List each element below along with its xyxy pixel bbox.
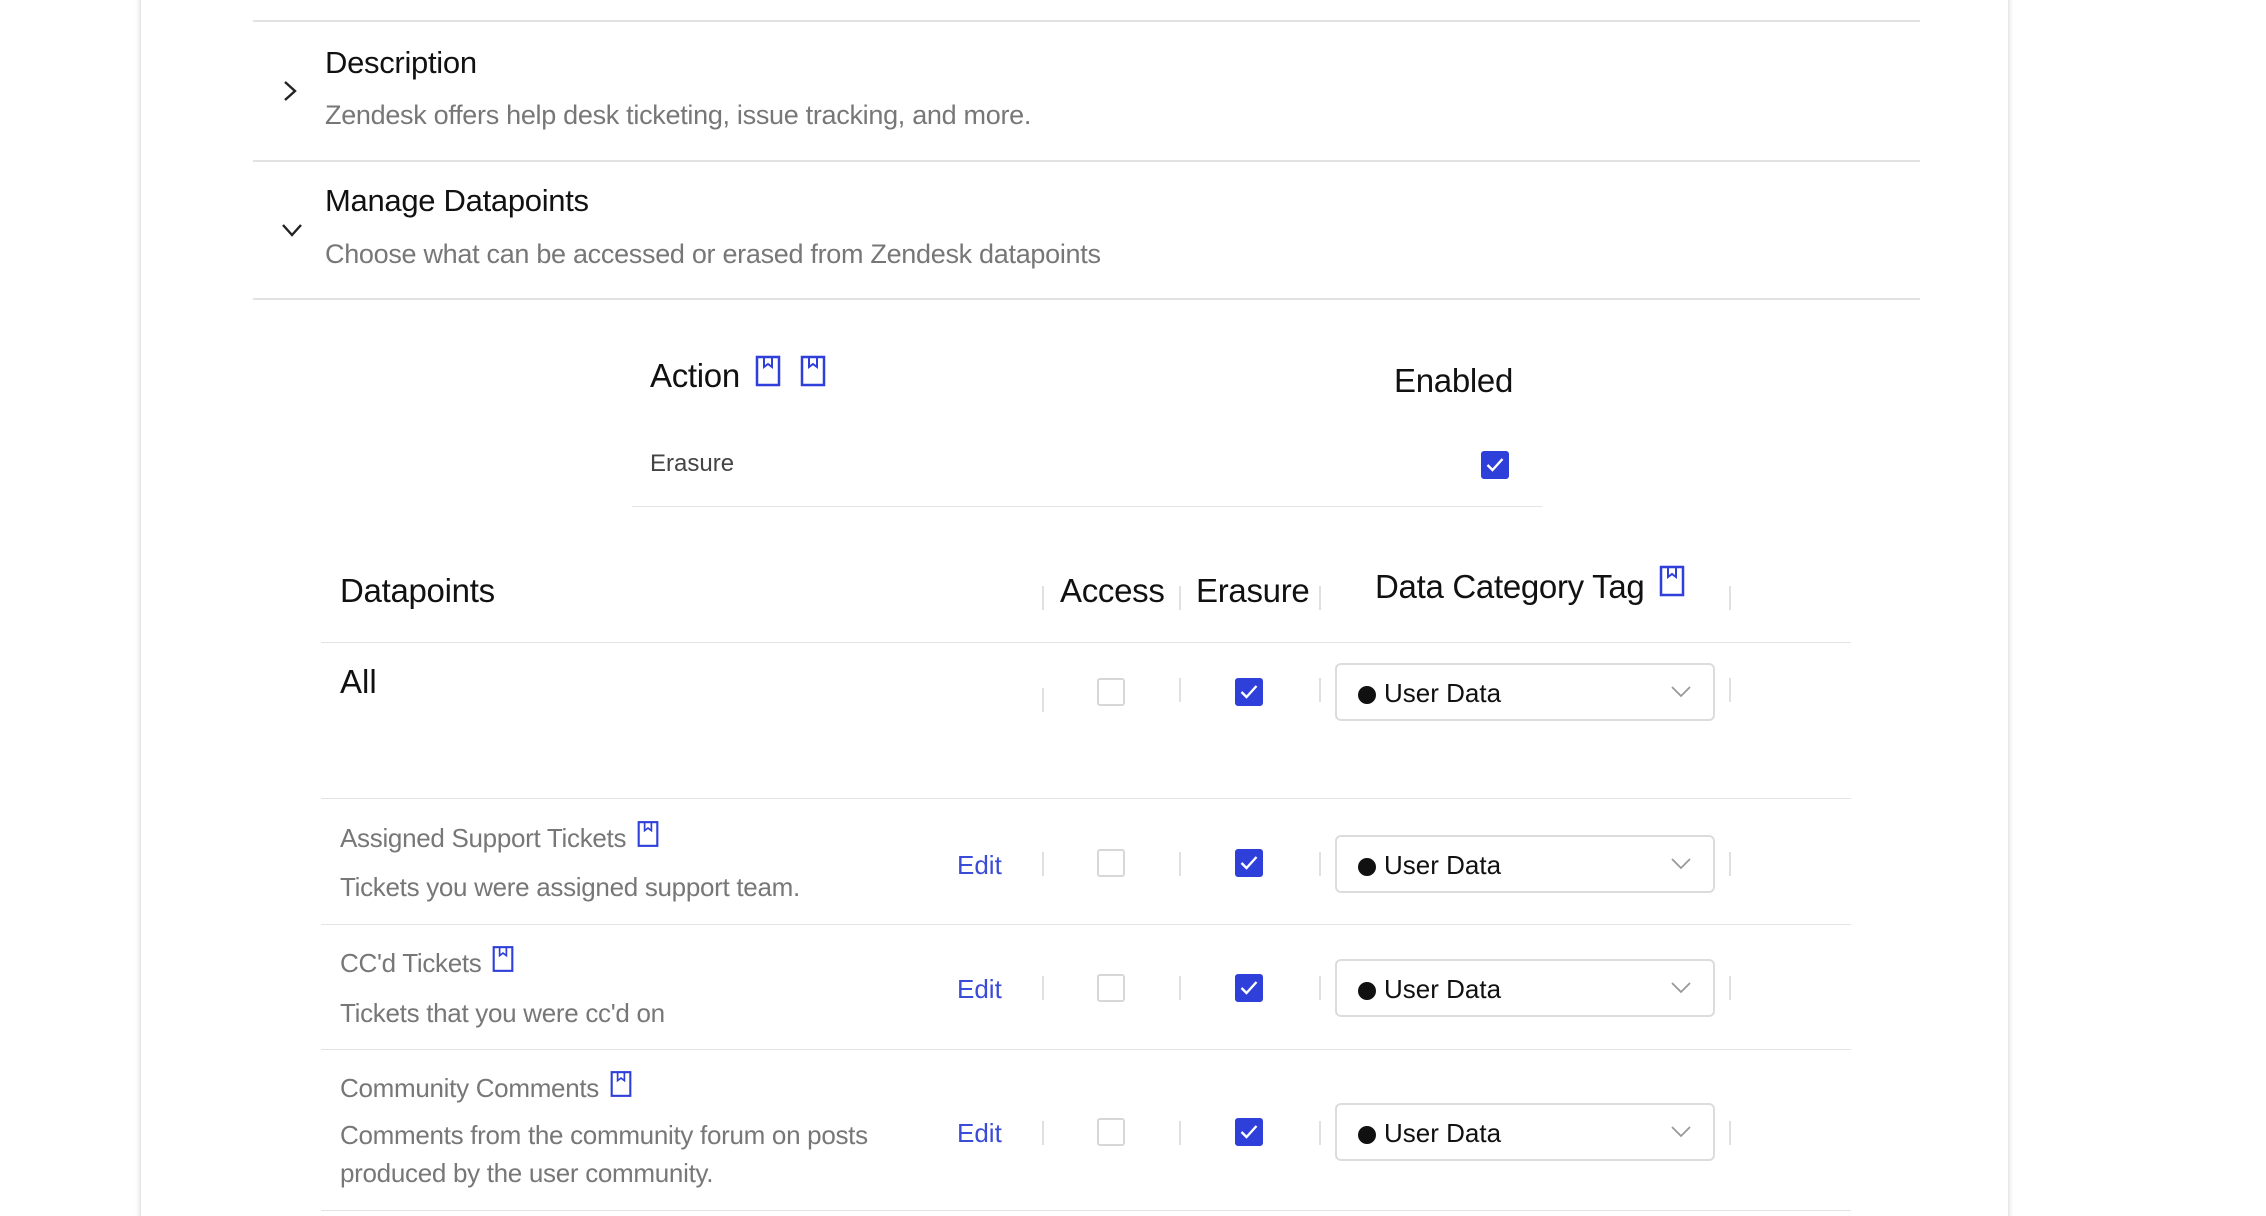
datapoint-name-text: Assigned Support Tickets xyxy=(340,823,627,853)
chevron-down-icon[interactable] xyxy=(281,223,303,237)
column-separator xyxy=(1179,678,1181,702)
access-column-header: Access xyxy=(1060,572,1165,609)
divider xyxy=(632,506,1542,507)
datapoint-name: Assigned Support Tickets xyxy=(340,820,659,855)
divider xyxy=(321,924,1851,925)
bookmark-icon[interactable] xyxy=(637,820,659,855)
select-value: User Data xyxy=(1384,850,1502,880)
column-separator xyxy=(1042,852,1044,876)
dot-icon xyxy=(1358,982,1376,1000)
edit-link[interactable]: Edit xyxy=(957,850,1002,881)
datapoint-description: Tickets that you were cc'd on xyxy=(340,998,665,1028)
column-separator xyxy=(1319,852,1321,876)
access-checkbox[interactable] xyxy=(1097,849,1125,877)
tag-select[interactable]: User Data xyxy=(1335,1103,1715,1161)
dot-icon xyxy=(1358,858,1376,876)
manage-datapoints-title: Manage Datapoints xyxy=(325,183,589,218)
erasure-checkbox[interactable] xyxy=(1235,974,1263,1002)
all-tag-select[interactable]: User Data xyxy=(1335,663,1715,721)
access-checkbox[interactable] xyxy=(1097,974,1125,1002)
chevron-down-icon xyxy=(1671,981,1691,999)
column-separator xyxy=(1729,1121,1731,1145)
column-separator xyxy=(1319,1121,1321,1145)
column-separator xyxy=(1042,976,1044,1000)
datapoint-description: Tickets you were assigned support team. xyxy=(340,872,800,902)
column-separator xyxy=(1729,852,1731,876)
chevron-right-icon[interactable] xyxy=(283,80,297,102)
erasure-checkbox[interactable] xyxy=(1235,849,1263,877)
datapoints-column-header: Datapoints xyxy=(340,572,495,609)
column-separator xyxy=(1729,976,1731,1000)
all-row-label: All xyxy=(340,663,377,700)
action-header-label: Action xyxy=(650,357,740,394)
erasure-checkbox[interactable] xyxy=(1235,1118,1263,1146)
datapoint-name: CC'd Tickets xyxy=(340,945,514,980)
column-separator xyxy=(1319,678,1321,702)
all-erasure-checkbox[interactable] xyxy=(1235,678,1263,706)
chevron-down-icon xyxy=(1671,1125,1691,1143)
column-separator xyxy=(1729,678,1731,702)
bookmark-icon[interactable] xyxy=(755,355,781,395)
bookmark-icon[interactable] xyxy=(1659,565,1685,605)
datapoint-name-text: CC'd Tickets xyxy=(340,948,482,978)
action-column-header: Action xyxy=(650,355,826,395)
data-category-tag-column-header: Data Category Tag xyxy=(1375,565,1685,606)
datapoint-name-text: Community Comments xyxy=(340,1073,599,1103)
edit-link[interactable]: Edit xyxy=(957,1118,1002,1149)
column-separator xyxy=(1179,852,1181,876)
column-separator xyxy=(1179,976,1181,1000)
column-separator xyxy=(1042,688,1044,712)
bookmark-icon[interactable] xyxy=(492,945,514,980)
divider xyxy=(253,298,1920,300)
divider xyxy=(321,798,1851,799)
chevron-down-icon xyxy=(1671,685,1691,703)
edit-link[interactable]: Edit xyxy=(957,974,1002,1005)
tag-select[interactable]: User Data xyxy=(1335,835,1715,893)
chevron-down-icon xyxy=(1671,857,1691,875)
divider xyxy=(321,1049,1851,1050)
data-category-tag-label: Data Category Tag xyxy=(1375,568,1645,605)
select-value: User Data xyxy=(1384,974,1502,1004)
select-value: User Data xyxy=(1384,678,1502,708)
enabled-column-header: Enabled xyxy=(1394,362,1514,399)
all-access-checkbox[interactable] xyxy=(1097,678,1125,706)
dot-icon xyxy=(1358,1126,1376,1144)
bookmark-icon[interactable] xyxy=(610,1070,632,1105)
column-separator xyxy=(1729,586,1731,610)
column-separator xyxy=(1179,586,1181,610)
divider xyxy=(321,642,1851,643)
column-separator xyxy=(1042,1121,1044,1145)
column-separator xyxy=(1179,1121,1181,1145)
datapoint-description: Comments from the community forum on pos… xyxy=(340,1120,868,1150)
divider xyxy=(321,1210,1851,1211)
dot-icon xyxy=(1358,686,1376,704)
description-text: Zendesk offers help desk ticketing, issu… xyxy=(325,100,1032,130)
access-checkbox[interactable] xyxy=(1097,1118,1125,1146)
bookmark-icon[interactable] xyxy=(800,355,826,395)
column-separator xyxy=(1319,586,1321,610)
description-title: Description xyxy=(325,45,477,80)
action-erasure-label: Erasure xyxy=(650,450,735,477)
datapoint-description: produced by the user community. xyxy=(340,1158,714,1188)
column-separator xyxy=(1319,976,1321,1000)
accordion-description[interactable] xyxy=(253,22,1920,160)
erasure-column-header: Erasure xyxy=(1196,572,1310,609)
column-separator xyxy=(1042,586,1044,610)
select-value: User Data xyxy=(1384,1118,1502,1148)
manage-datapoints-text: Choose what can be accessed or erased fr… xyxy=(325,239,1101,269)
datapoint-name: Community Comments xyxy=(340,1070,632,1105)
erasure-enabled-checkbox[interactable] xyxy=(1481,451,1509,479)
tag-select[interactable]: User Data xyxy=(1335,959,1715,1017)
